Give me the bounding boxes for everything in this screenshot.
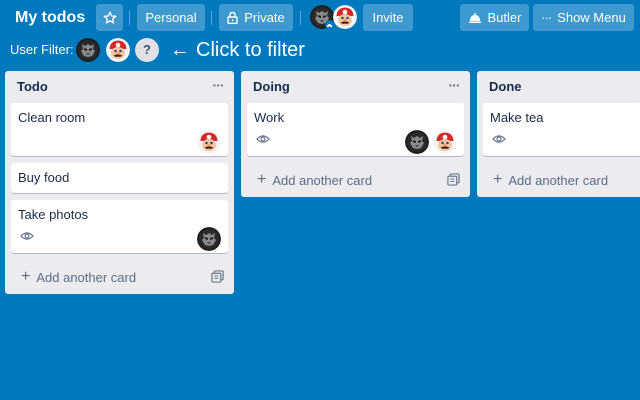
visibility-label: Private — [244, 10, 285, 25]
butler-icon — [468, 12, 481, 23]
lock-icon — [227, 11, 238, 24]
plus-icon: + — [21, 268, 31, 285]
ellipsis-icon: ··· — [541, 10, 552, 25]
card-title: Take photos — [18, 207, 89, 222]
plus-icon: + — [257, 171, 267, 188]
card-title: Buy food — [18, 170, 70, 185]
show-menu-label: Show Menu — [557, 10, 626, 25]
list-done: Done Make tea + Add another card — [477, 71, 640, 197]
card-template-icon[interactable] — [447, 173, 460, 186]
list-title[interactable]: Todo — [17, 79, 48, 94]
filter-hint: ← Click to filter — [170, 37, 305, 63]
list-todo: Todo ··· Clean room Buy food Take photos — [5, 71, 234, 294]
invite-label: Invite — [372, 10, 404, 25]
add-card-label: Add another card — [508, 172, 609, 188]
arrow-left-icon: ← — [170, 39, 190, 61]
header-divider — [129, 11, 130, 25]
butler-button[interactable]: Butler — [460, 4, 529, 31]
user-filter-label: User Filter: — [10, 42, 74, 57]
add-card-button[interactable]: + Add another card — [477, 163, 640, 197]
filter-mario-avatar[interactable] — [106, 38, 130, 62]
card[interactable]: Clean room — [11, 103, 228, 156]
board-title[interactable]: My todos — [8, 4, 92, 31]
filter-hint-text: Click to filter — [196, 39, 305, 61]
filter-robot-avatar[interactable] — [76, 38, 100, 62]
list-title[interactable]: Done — [489, 79, 522, 94]
mario-avatar[interactable] — [197, 130, 221, 154]
robot-avatar[interactable] — [405, 130, 429, 154]
header-divider — [211, 11, 212, 25]
board-header: My todos Personal Private Invite Butler — [0, 0, 640, 36]
card-title: Make tea — [490, 110, 544, 125]
eye-icon — [492, 132, 506, 146]
list-doing: Doing ··· Work + Add another card — [241, 71, 470, 197]
add-card-label: Add another card — [36, 269, 137, 285]
star-button[interactable] — [96, 4, 123, 31]
visibility-button[interactable]: Private — [219, 4, 293, 31]
list-header[interactable]: Doing ··· — [241, 71, 470, 103]
card[interactable]: Work — [247, 103, 464, 156]
team-label: Personal — [145, 10, 197, 25]
butler-label: Butler — [487, 10, 522, 25]
header-divider — [300, 11, 301, 25]
card-template-icon[interactable] — [211, 270, 224, 283]
add-card-button[interactable]: + Add another card — [5, 260, 234, 294]
card-title: Clean room — [18, 110, 86, 125]
eye-icon — [256, 132, 270, 146]
invite-button[interactable]: Invite — [363, 4, 413, 31]
card[interactable]: Take photos — [11, 200, 228, 253]
show-menu-button[interactable]: ··· Show Menu — [533, 4, 634, 31]
star-icon — [103, 11, 116, 24]
robot-avatar[interactable] — [197, 227, 221, 251]
team-button[interactable]: Personal — [137, 4, 205, 31]
add-card-button[interactable]: + Add another card — [241, 163, 470, 197]
mario-avatar[interactable] — [333, 5, 357, 29]
card-title: Work — [254, 110, 285, 125]
list-menu-icon[interactable]: ··· — [446, 71, 462, 103]
list-header[interactable]: Done — [477, 71, 640, 103]
add-card-label: Add another card — [272, 172, 373, 188]
eye-icon — [20, 229, 34, 243]
card[interactable]: Buy food — [11, 163, 228, 193]
list-title[interactable]: Doing — [253, 79, 290, 94]
filter-help-button[interactable]: ? — [135, 38, 159, 62]
list-header[interactable]: Todo ··· — [5, 71, 234, 103]
mario-avatar[interactable] — [433, 130, 457, 154]
admin-badge-icon — [325, 20, 334, 29]
card[interactable]: Make tea — [483, 103, 640, 156]
list-menu-icon[interactable]: ··· — [210, 71, 226, 103]
plus-icon: + — [493, 171, 503, 188]
